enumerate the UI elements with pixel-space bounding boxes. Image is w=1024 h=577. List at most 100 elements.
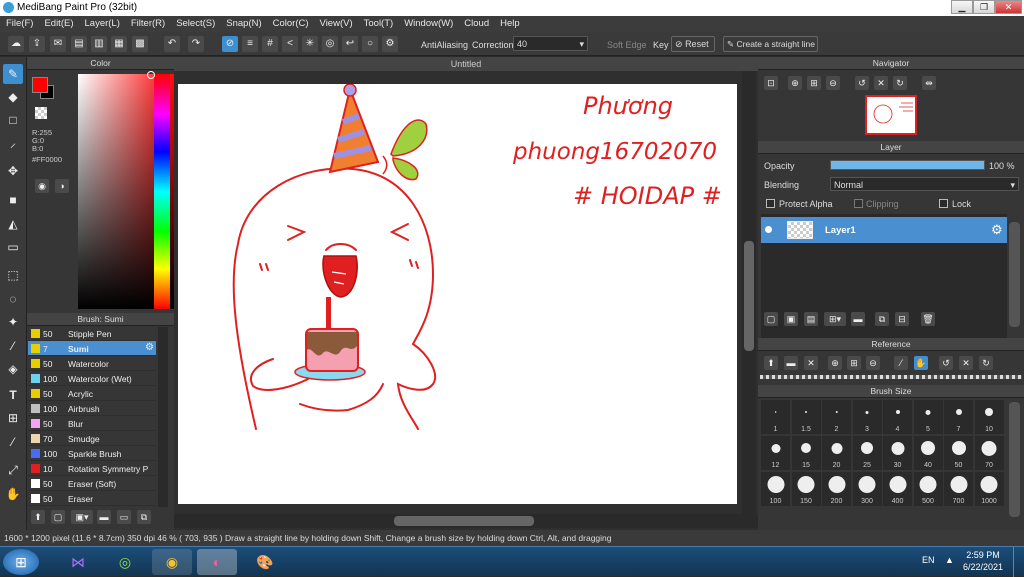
- ref-zoom-actual-icon[interactable]: ⊞: [847, 356, 861, 370]
- menu-tool[interactable]: Tool(T): [358, 16, 399, 29]
- parallel-snap-icon[interactable]: ≡: [242, 36, 258, 52]
- hand-tool-icon[interactable]: ✋: [3, 484, 23, 504]
- brush-size-option[interactable]: 25: [852, 436, 882, 470]
- ref-hand-icon[interactable]: ✋: [914, 356, 928, 370]
- new-halftone-layer-icon[interactable]: ▣: [784, 312, 798, 326]
- brush-folder2-icon[interactable]: ▭: [117, 510, 131, 524]
- rotate-left-icon[interactable]: ↺: [855, 76, 869, 90]
- radial-snap-icon[interactable]: ✳: [302, 36, 318, 52]
- concentric-snap-icon[interactable]: ○: [362, 36, 378, 52]
- vertical-scrollbar-thumb[interactable]: [744, 241, 754, 351]
- close-button[interactable]: ✕: [995, 0, 1022, 14]
- document-tab[interactable]: Untitled: [174, 57, 758, 71]
- text-tool-icon[interactable]: T: [3, 385, 23, 405]
- ref-eyedropper-icon[interactable]: ⁄: [894, 356, 908, 370]
- drawing-canvas[interactable]: Phương phuong16702070 # HOIDAP #: [178, 83, 737, 504]
- brush-item[interactable]: 50 Acrylic: [28, 386, 156, 401]
- chat-icon[interactable]: ✉: [50, 36, 66, 52]
- move-tool-icon[interactable]: ✥: [3, 161, 23, 181]
- reference-open-icon[interactable]: ▬: [784, 356, 798, 370]
- brush-size-option[interactable]: 7: [944, 400, 973, 434]
- brush-item[interactable]: 50 Blur: [28, 416, 156, 431]
- brush-size-option[interactable]: 1: [761, 400, 790, 434]
- lasso-tool-icon[interactable]: ◌: [3, 289, 23, 309]
- minimize-button[interactable]: ▁: [951, 0, 973, 14]
- page-icon[interactable]: ▥: [91, 36, 107, 52]
- duplicate-layer-icon[interactable]: ⧉: [875, 312, 889, 326]
- brush-item[interactable]: 100 Watercolor (Wet): [28, 371, 156, 386]
- show-desktop-button[interactable]: [1013, 547, 1024, 577]
- brush-size-option[interactable]: 200: [822, 472, 851, 506]
- ref-rotate-right-icon[interactable]: ↻: [979, 356, 993, 370]
- new-layer-icon[interactable]: ▢: [764, 312, 778, 326]
- brush-size-scrollbar[interactable]: [1009, 402, 1020, 517]
- transparent-color-swatch[interactable]: [35, 107, 47, 119]
- layer-scrollbar[interactable]: [1009, 222, 1020, 327]
- divide-tool-icon[interactable]: ⊞: [3, 408, 23, 428]
- eraser-tool-icon[interactable]: ◆: [3, 87, 23, 107]
- brush-new-icon[interactable]: ▢: [51, 510, 65, 524]
- brush-size-option[interactable]: 3: [852, 400, 882, 434]
- brush-item[interactable]: 10 Rotation Symmetry P: [28, 461, 156, 476]
- brush-size-option[interactable]: 20: [822, 436, 851, 470]
- zoom-out-icon[interactable]: ⊖: [826, 76, 840, 90]
- brush-size-option[interactable]: 700: [944, 472, 973, 506]
- settings-gear-icon[interactable]: ⚙: [382, 36, 398, 52]
- brush-list-scrollbar[interactable]: [158, 327, 168, 507]
- fill-rect-tool-icon[interactable]: ■: [3, 190, 23, 210]
- redo-icon[interactable]: ↷: [188, 36, 204, 52]
- horizontal-scrollbar-thumb[interactable]: [394, 516, 534, 526]
- brush-add-icon[interactable]: ⬆: [31, 510, 45, 524]
- paint-icon[interactable]: 🎨: [245, 549, 285, 575]
- menu-view[interactable]: View(V): [314, 16, 358, 29]
- vanishing-point-icon[interactable]: <: [282, 36, 298, 52]
- bucket-tool-icon[interactable]: ◭: [3, 214, 23, 234]
- layer-add-menu-icon[interactable]: ⊞▾: [824, 312, 846, 326]
- brush-size-option[interactable]: 10: [974, 400, 1004, 434]
- gear-icon[interactable]: ⚙: [145, 342, 154, 353]
- zoom-fit-icon[interactable]: ⊡: [764, 76, 778, 90]
- navigator-preview[interactable]: [865, 95, 917, 135]
- ref-rotate-left-icon[interactable]: ↺: [939, 356, 953, 370]
- brush-size-option[interactable]: 70: [974, 436, 1004, 470]
- clock[interactable]: 2:59 PM 6/22/2021: [958, 549, 1008, 573]
- snap-off-icon[interactable]: ⊘: [222, 36, 238, 52]
- maximize-button[interactable]: ❐: [973, 0, 995, 14]
- brush-size-option[interactable]: 50: [944, 436, 973, 470]
- opacity-slider[interactable]: [830, 160, 985, 170]
- brush-folder-icon[interactable]: ▬: [97, 510, 111, 524]
- menu-edit[interactable]: Edit(E): [38, 16, 78, 29]
- brush-size-option[interactable]: 15: [791, 436, 821, 470]
- brush-size-option[interactable]: 1000: [974, 472, 1004, 506]
- reference-upload-icon[interactable]: ⬆: [764, 356, 778, 370]
- brush-size-option[interactable]: 100: [761, 472, 790, 506]
- brush-size-option[interactable]: 30: [883, 436, 912, 470]
- brush-item[interactable]: 50 Eraser (Soft): [28, 476, 156, 491]
- zoom-in-icon[interactable]: ⊕: [788, 76, 802, 90]
- zoom-actual-icon[interactable]: ⊞: [807, 76, 821, 90]
- reference-close-icon[interactable]: ✕: [804, 356, 818, 370]
- menu-cloud[interactable]: Cloud: [458, 16, 494, 29]
- brush-size-option[interactable]: 4: [883, 400, 912, 434]
- brush-size-option[interactable]: 40: [913, 436, 943, 470]
- visual-studio-icon[interactable]: ⋈: [58, 549, 98, 575]
- menu-color[interactable]: Color(C): [267, 16, 314, 29]
- vertical-scrollbar[interactable]: [742, 71, 756, 514]
- folder-icon[interactable]: ▬: [851, 312, 865, 326]
- brush-item[interactable]: 100 Airbrush: [28, 401, 156, 416]
- brush-tool-icon[interactable]: ✎: [3, 64, 23, 84]
- brush-size-option[interactable]: 400: [883, 472, 912, 506]
- protect-alpha-checkbox[interactable]: [766, 199, 775, 208]
- magic-wand-tool-icon[interactable]: ✦: [3, 312, 23, 332]
- brush-size-option[interactable]: 300: [852, 472, 882, 506]
- palette-icon[interactable]: ◉: [35, 179, 49, 193]
- gradient-tool-icon[interactable]: ▭: [3, 237, 23, 257]
- brush-copy-icon[interactable]: ⧉: [137, 510, 151, 524]
- trash-icon[interactable]: 🗑: [921, 312, 935, 326]
- color-picker-icon[interactable]: ◑: [55, 179, 69, 193]
- create-straight-line-button[interactable]: ✎ Create a straight line: [723, 36, 818, 52]
- horizontal-scrollbar[interactable]: [174, 514, 758, 528]
- menu-filter[interactable]: Filter(R): [125, 16, 170, 29]
- document-icon[interactable]: ▤: [71, 36, 87, 52]
- material-icon[interactable]: ▦: [111, 36, 127, 52]
